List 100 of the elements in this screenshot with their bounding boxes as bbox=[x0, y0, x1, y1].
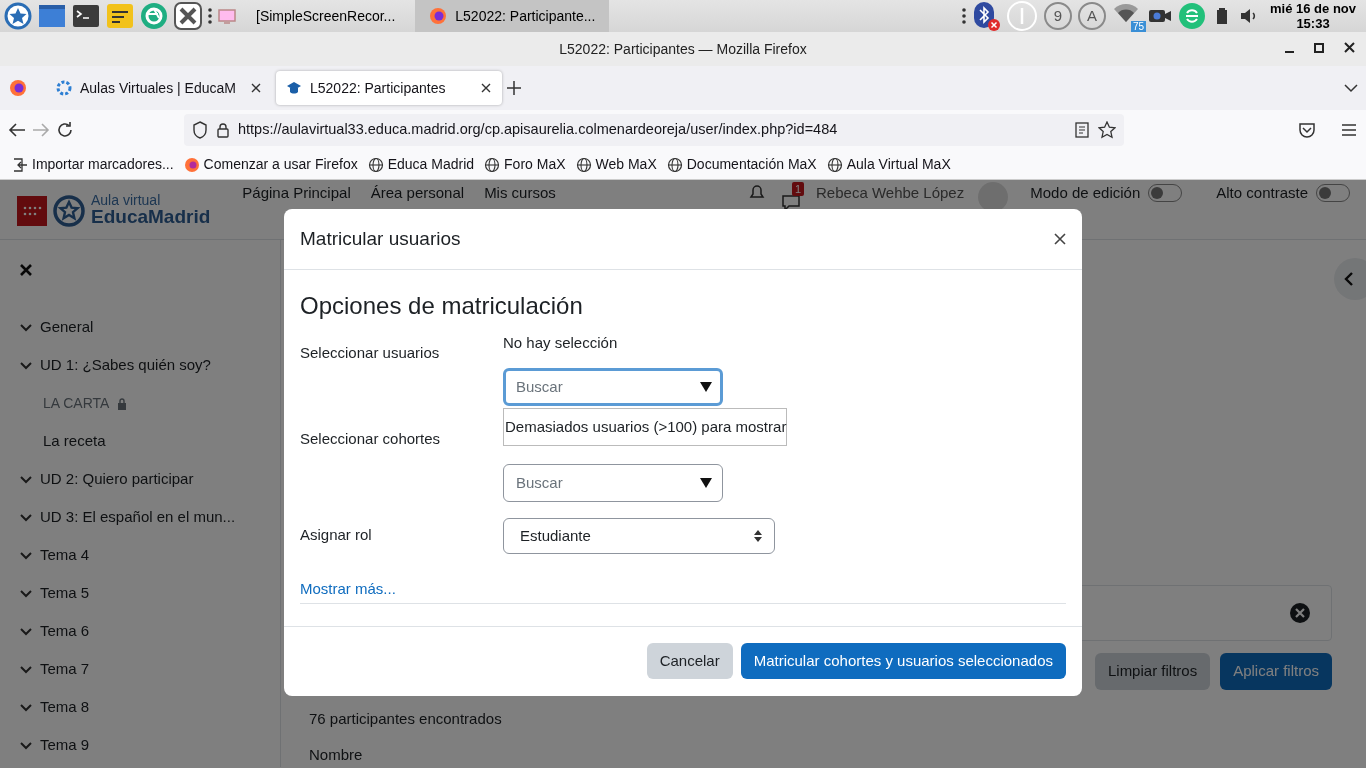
course-section-link[interactable]: Tema 4 bbox=[20, 536, 90, 575]
bookmark-link[interactable]: Importar marcadores... bbox=[12, 154, 174, 175]
speaker-icon[interactable] bbox=[1238, 6, 1258, 26]
firefox-icon bbox=[183, 156, 200, 173]
section-heading: Opciones de matriculación bbox=[300, 291, 584, 321]
close-icon[interactable] bbox=[480, 82, 492, 94]
course-section-link[interactable]: UD 1: ¿Sabes quién soy? bbox=[20, 346, 211, 385]
course-section-link[interactable]: UD 2: Quiero participar bbox=[20, 460, 194, 499]
search-dropdown[interactable]: Buscar bbox=[503, 464, 723, 502]
globe-icon bbox=[826, 156, 843, 173]
star-icon[interactable] bbox=[1098, 121, 1116, 139]
toggle-switch[interactable] bbox=[1316, 184, 1350, 203]
field-label: Seleccionar usuarios bbox=[300, 343, 441, 363]
window-title: L52022: Participantes — Mozilla Firefox bbox=[559, 39, 807, 59]
bookmark-link[interactable]: Comenzar a usar Firefox bbox=[183, 154, 358, 175]
caret-down-icon bbox=[700, 478, 712, 488]
course-section-link[interactable]: Tema 7 bbox=[20, 650, 90, 689]
course-section-link[interactable]: Tema 5 bbox=[20, 574, 90, 613]
bookmark-link[interactable]: Web MaX bbox=[575, 154, 657, 175]
role-select[interactable]: Estudiante bbox=[503, 518, 775, 554]
chevron-down-icon[interactable] bbox=[20, 475, 32, 484]
browser-tab[interactable]: L52022: Participantes bbox=[276, 71, 502, 105]
reader-view-icon[interactable] bbox=[1074, 122, 1090, 138]
logo-subtitle: Aula virtual bbox=[91, 194, 162, 207]
user-name[interactable]: Rebeca Wehbe López bbox=[816, 182, 965, 205]
caret-down-icon bbox=[700, 382, 712, 392]
wifi-icon[interactable] bbox=[1112, 1, 1140, 24]
menu-icon[interactable] bbox=[1340, 122, 1358, 138]
star-app-icon[interactable] bbox=[4, 2, 32, 30]
chevron-down-icon[interactable] bbox=[20, 323, 32, 332]
avatar-icon[interactable] bbox=[978, 182, 1009, 212]
bookmark-link[interactable]: Educa Madrid bbox=[367, 154, 475, 175]
indicator-badge[interactable]: A bbox=[1078, 2, 1106, 30]
lock-icon bbox=[117, 397, 128, 410]
bookmark-link[interactable]: Aula Virtual MaX bbox=[826, 154, 951, 175]
course-section-link[interactable]: General bbox=[20, 308, 94, 347]
taskbar-window-button[interactable]: L52022: Participante... bbox=[415, 0, 610, 32]
clear-circle-icon[interactable] bbox=[1289, 602, 1311, 624]
shutter-app-icon[interactable] bbox=[140, 2, 168, 30]
x-app-icon[interactable] bbox=[174, 2, 202, 30]
globe-icon bbox=[575, 156, 592, 173]
chevron-down-icon[interactable] bbox=[20, 589, 32, 598]
bookmark-link[interactable]: Foro MaX bbox=[484, 154, 566, 175]
course-activity-link[interactable]: LA CARTA bbox=[20, 384, 128, 423]
close-icon[interactable] bbox=[1054, 233, 1066, 245]
chevron-down-icon[interactable] bbox=[20, 513, 32, 522]
nav-link[interactable]: Área personal bbox=[370, 182, 465, 205]
chevron-down-icon[interactable] bbox=[20, 703, 32, 712]
chevron-down-icon[interactable] bbox=[1344, 83, 1358, 93]
suggestion-message: Demasiados usuarios (>100) para mostrar bbox=[503, 408, 788, 446]
chevron-down-icon[interactable] bbox=[20, 627, 32, 636]
modal-title: Matricular usuarios bbox=[300, 226, 461, 251]
video-camera-icon[interactable] bbox=[1148, 7, 1172, 25]
toggle-label: Modo de edición bbox=[1030, 183, 1141, 203]
logo-title: EducaMadrid bbox=[91, 207, 211, 227]
reload-icon[interactable] bbox=[56, 121, 74, 139]
firefox-icon bbox=[429, 7, 448, 25]
bookmark-link[interactable]: Documentación MaX bbox=[666, 154, 817, 175]
course-section-link[interactable]: Tema 6 bbox=[20, 612, 90, 651]
chevron-down-icon[interactable] bbox=[20, 665, 32, 674]
chevron-left-icon bbox=[1344, 272, 1354, 286]
window-app-icon[interactable] bbox=[38, 2, 66, 30]
chevron-down-icon[interactable] bbox=[20, 741, 32, 750]
plus-icon[interactable] bbox=[506, 80, 522, 96]
pocket-icon[interactable] bbox=[1298, 122, 1316, 138]
graduation-cap-icon bbox=[286, 80, 302, 96]
terminal-icon[interactable] bbox=[72, 2, 100, 30]
chevron-down-icon[interactable] bbox=[20, 551, 32, 560]
close-icon[interactable] bbox=[250, 82, 262, 94]
toggle-switch[interactable] bbox=[1148, 184, 1183, 203]
address-bar[interactable]: https://aulavirtual33.educa.madrid.org/cp.apisaurelia.colmenardeoreja/user/index.php?id=484 bbox=[184, 114, 1124, 146]
course-activity-link[interactable]: La receta bbox=[20, 422, 106, 461]
field-label: Seleccionar cohortes bbox=[300, 429, 442, 449]
cancel-button[interactable]: Cancelar bbox=[646, 642, 733, 680]
nav-link[interactable]: Página Principal bbox=[242, 182, 351, 205]
course-section-link[interactable]: Tema 8 bbox=[20, 688, 90, 727]
show-more-link[interactable]: Mostrar más... bbox=[300, 578, 396, 601]
filter-button[interactable]: Aplicar filtros bbox=[1220, 653, 1332, 690]
enrol-button[interactable]: Matricular cohortes y usuarios seleccionados bbox=[740, 642, 1066, 680]
search-dropdown[interactable]: Buscar bbox=[503, 368, 723, 406]
star-circle-logo-icon[interactable] bbox=[53, 194, 85, 227]
course-section-link[interactable]: Tema 9 bbox=[20, 726, 90, 765]
globe-icon bbox=[484, 156, 501, 173]
clock[interactable]: mié 16 de nov 15:33 bbox=[1264, 0, 1362, 32]
firefox-icon[interactable] bbox=[8, 78, 28, 98]
browser-tab[interactable]: Aulas Virtuales | EducaM bbox=[46, 71, 272, 105]
bluetooth-off-icon[interactable] bbox=[972, 1, 1000, 31]
chevron-down-icon[interactable] bbox=[20, 361, 32, 370]
back-arrow-icon[interactable] bbox=[8, 122, 26, 138]
taskbar-window-button[interactable]: [SimpleScreenRecor... bbox=[242, 0, 410, 32]
field-label: Asignar rol bbox=[300, 525, 373, 545]
notes-app-icon[interactable] bbox=[106, 2, 134, 30]
globe-icon bbox=[666, 156, 683, 173]
toggle-label: Alto contraste bbox=[1216, 183, 1308, 203]
shield-icon bbox=[192, 121, 208, 139]
indicator-badge[interactable]: 9 bbox=[1044, 2, 1072, 30]
nav-link[interactable]: Mis cursos bbox=[484, 182, 556, 205]
filter-button[interactable]: Limpiar filtros bbox=[1094, 653, 1211, 690]
course-section-link[interactable]: UD 3: El español en el mun... bbox=[20, 498, 236, 537]
drawer-toggle[interactable] bbox=[1334, 258, 1366, 300]
